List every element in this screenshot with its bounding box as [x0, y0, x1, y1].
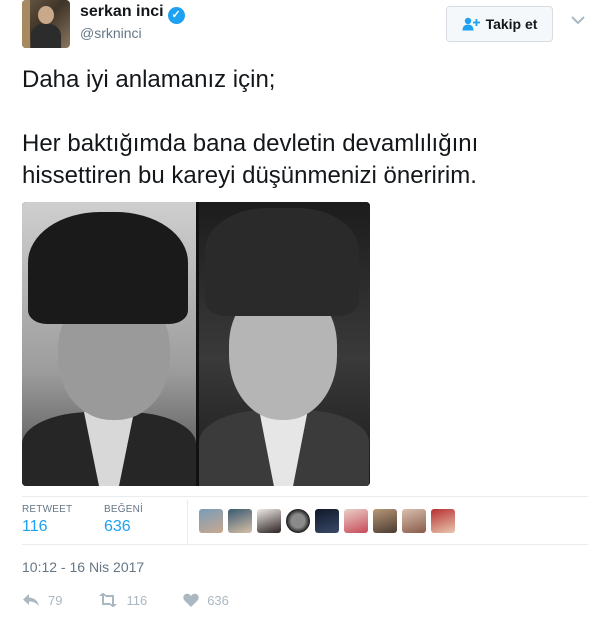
- reply-action[interactable]: 79: [22, 588, 62, 612]
- portrait-fur-hat: [205, 208, 360, 316]
- photo-right-portrait: [199, 202, 370, 486]
- liker-avatar[interactable]: [286, 509, 310, 533]
- liker-avatar[interactable]: [373, 509, 397, 533]
- heart-icon: [183, 593, 199, 607]
- follow-button-label: Takip et: [485, 16, 538, 32]
- like-stat-label: BEĞENİ: [104, 504, 143, 515]
- author-handle[interactable]: @srkninci: [80, 25, 142, 41]
- retweet-icon: [99, 593, 118, 607]
- portrait-fur-hat: [28, 212, 188, 324]
- retweet-stat-count: 116: [22, 518, 48, 535]
- liker-avatar[interactable]: [431, 509, 455, 533]
- reply-icon: [23, 594, 39, 606]
- follow-button[interactable]: Takip et: [446, 6, 553, 42]
- retweet-action[interactable]: 116: [98, 588, 147, 612]
- add-user-icon: [462, 17, 480, 31]
- author-name[interactable]: serkan inci ✓: [80, 3, 185, 24]
- retweet-stat[interactable]: RETWEET 116: [22, 504, 72, 536]
- liker-avatar[interactable]: [257, 509, 281, 533]
- tweet-stats: RETWEET 116 BEĞENİ 636: [22, 500, 588, 544]
- stats-bottom-divider: [22, 544, 588, 545]
- author-avatar[interactable]: [22, 0, 70, 48]
- like-stat-count: 636: [104, 518, 131, 535]
- liker-avatar[interactable]: [344, 509, 368, 533]
- retweet-count: 116: [126, 592, 148, 608]
- liker-avatar[interactable]: [402, 509, 426, 533]
- like-count: 636: [207, 592, 229, 608]
- avatar-face: [38, 6, 54, 24]
- avatar-background: [22, 0, 30, 48]
- tweet-timestamp[interactable]: 10:12 - 16 Nis 2017: [22, 559, 144, 575]
- author-name-text[interactable]: serkan inci: [80, 3, 164, 20]
- liker-avatar[interactable]: [315, 509, 339, 533]
- tweet-actions: 79 116 636: [22, 588, 265, 612]
- tweet-text: Daha iyi anlamanız için; Her baktığımda …: [22, 66, 479, 189]
- stats-separator: [187, 500, 188, 544]
- avatar-body: [31, 24, 61, 48]
- stats-top-divider: [22, 496, 588, 497]
- like-action[interactable]: 636: [183, 588, 229, 612]
- tweet-header: serkan inci ✓ @srkninci Takip et: [22, 0, 588, 56]
- like-stat[interactable]: BEĞENİ 636: [104, 504, 143, 536]
- photo-left-portrait: [22, 202, 196, 486]
- tweet-photo[interactable]: [22, 202, 370, 486]
- liker-avatar[interactable]: [228, 509, 252, 533]
- reply-count: 79: [48, 592, 63, 608]
- liker-avatar[interactable]: [199, 509, 223, 533]
- retweet-stat-label: RETWEET: [22, 504, 73, 515]
- liker-avatars: [199, 509, 455, 533]
- verified-badge-icon: ✓: [167, 7, 185, 24]
- chevron-down-icon[interactable]: [570, 12, 586, 28]
